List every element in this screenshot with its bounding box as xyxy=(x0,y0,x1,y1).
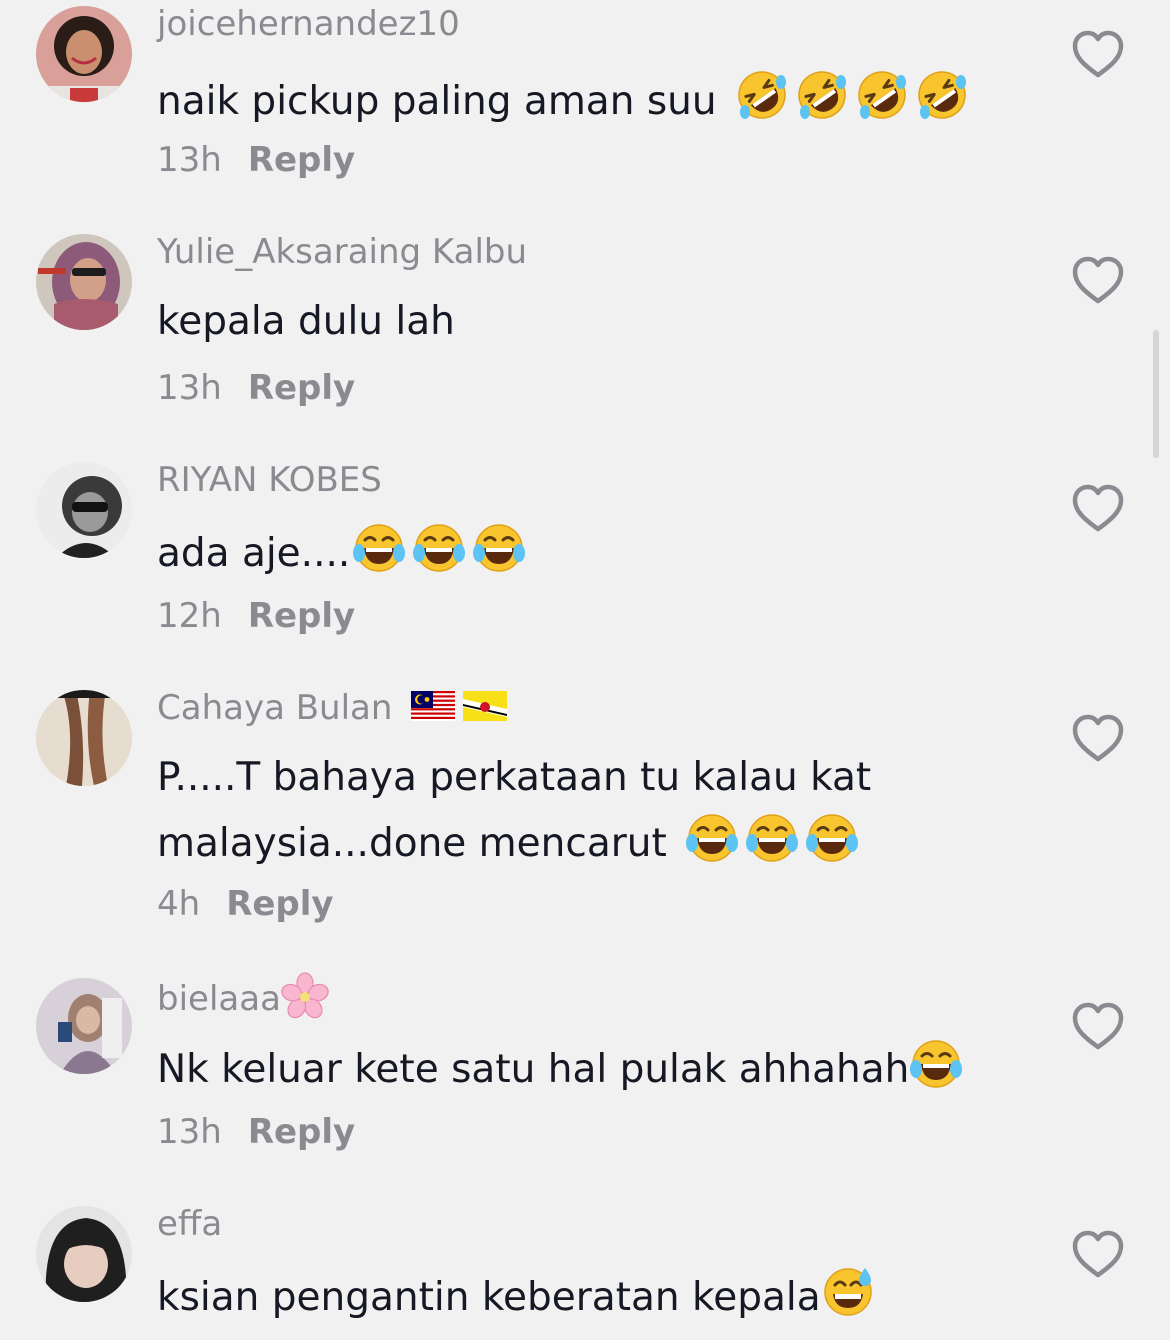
comment-username[interactable]: bielaaa xyxy=(157,972,329,1023)
avatar[interactable] xyxy=(36,690,132,786)
comment-text-content: kepala dulu lah xyxy=(157,299,455,344)
comment-username[interactable]: Yulie_Aksaraing Kalbu xyxy=(157,228,527,276)
reply-button[interactable]: Reply xyxy=(226,884,333,924)
malaysia-flag-icon xyxy=(411,691,455,721)
avatar[interactable] xyxy=(36,462,132,558)
reply-button[interactable]: Reply xyxy=(248,596,355,636)
comment-username[interactable]: RIYAN KOBES xyxy=(157,456,382,504)
joy-emoji xyxy=(909,1036,963,1090)
joy-emoji xyxy=(685,810,739,864)
reply-button[interactable]: Reply xyxy=(248,1112,355,1152)
comment-text-content: naik pickup paling aman suu xyxy=(157,79,717,124)
comments-panel: joicehernandez10 naik pickup paling aman… xyxy=(0,0,1170,1340)
heart-outline-icon xyxy=(1070,712,1126,764)
brunei-flag-icon xyxy=(463,691,507,721)
comment-text-content: ksian pengantin keberatan kepala xyxy=(157,1275,821,1320)
joy-emoji xyxy=(412,520,466,574)
heart-outline-icon xyxy=(1070,482,1126,534)
comment-meta: 12h Reply xyxy=(157,592,355,640)
like-button[interactable] xyxy=(1070,28,1126,80)
avatar[interactable] xyxy=(36,6,132,102)
heart-outline-icon xyxy=(1070,1228,1126,1280)
comment-meta: 13h Reply xyxy=(157,136,355,184)
reply-button[interactable]: Reply xyxy=(248,368,355,408)
comment-text: ksian pengantin keberatan kepala xyxy=(157,1264,1037,1330)
avatar[interactable] xyxy=(36,1206,132,1302)
comment-text: ada aje.... xyxy=(157,520,1037,586)
comment-username[interactable]: effa xyxy=(157,1200,222,1248)
comment-username[interactable]: Cahaya Bulan xyxy=(157,684,507,732)
rofl-emoji xyxy=(795,68,849,122)
comment-meta: 13h Reply xyxy=(157,364,355,412)
like-button[interactable] xyxy=(1070,482,1126,534)
comment-text-line: P.....T bahaya perkataan tu kalau kat xyxy=(157,755,872,800)
comment-timestamp: 12h xyxy=(157,596,222,636)
rofl-emoji xyxy=(915,68,969,122)
username-text: Cahaya Bulan xyxy=(157,688,393,728)
heart-outline-icon xyxy=(1070,28,1126,80)
comment-text-line: malaysia...done mencarut xyxy=(157,810,1037,876)
avatar[interactable] xyxy=(36,978,132,1074)
comment-timestamp: 13h xyxy=(157,140,222,180)
joy-emoji xyxy=(745,810,799,864)
joy-emoji xyxy=(352,520,406,574)
comment-text: Nk keluar kete satu hal pulak ahhahah xyxy=(157,1036,1037,1102)
comment-text-content: malaysia...done mencarut xyxy=(157,821,667,866)
comment-text-content: Nk keluar kete satu hal pulak ahhahah xyxy=(157,1047,910,1092)
comment-timestamp: 4h xyxy=(157,884,201,924)
sweat-smile-emoji xyxy=(821,1264,875,1318)
comment-username[interactable]: joicehernandez10 xyxy=(157,0,460,48)
heart-outline-icon xyxy=(1070,254,1126,306)
like-button[interactable] xyxy=(1070,712,1126,764)
like-button[interactable] xyxy=(1070,254,1126,306)
comment-timestamp: 13h xyxy=(157,368,222,408)
like-button[interactable] xyxy=(1070,1228,1126,1280)
heart-outline-icon xyxy=(1070,1000,1126,1052)
comment-timestamp: 13h xyxy=(157,1112,222,1152)
comment-meta: 4h Reply xyxy=(157,880,334,928)
comment-text: P.....T bahaya perkataan tu kalau kat ma… xyxy=(157,746,1037,876)
rofl-emoji xyxy=(855,68,909,122)
like-button[interactable] xyxy=(1070,1000,1126,1052)
reply-button[interactable]: Reply xyxy=(248,140,355,180)
rofl-emoji xyxy=(735,68,789,122)
comment-text-content: ada aje.... xyxy=(157,531,351,576)
avatar[interactable] xyxy=(36,234,132,330)
comment-meta: 13h Reply xyxy=(157,1108,355,1156)
username-text: bielaaa xyxy=(157,979,281,1019)
comment-text: naik pickup paling aman suu xyxy=(157,68,1037,134)
joy-emoji xyxy=(472,520,526,574)
comment-text: kepala dulu lah xyxy=(157,290,1037,354)
joy-emoji xyxy=(805,810,859,864)
cherry-blossom-emoji xyxy=(281,972,329,1020)
scrollbar[interactable] xyxy=(1153,330,1159,458)
